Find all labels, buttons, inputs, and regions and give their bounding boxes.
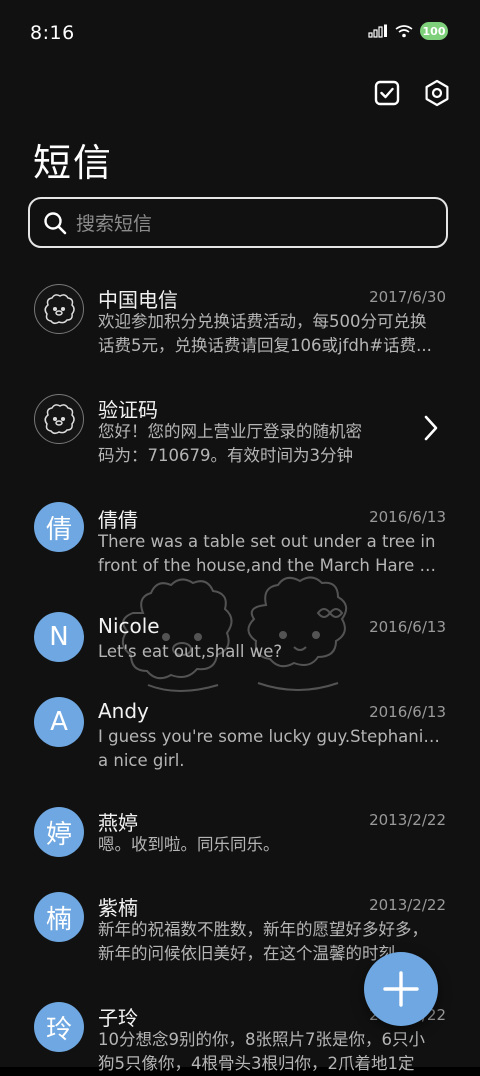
bear-avatar-icon <box>44 294 75 325</box>
preview-line: Let's eat out,shall we? <box>98 642 283 661</box>
preview-line: There was a table set out under a tree i… <box>98 532 436 551</box>
status-icons: 100 <box>368 22 448 40</box>
message-preview: 欢迎参加积分兑换话费活动，每500分可兑换 话费5元，兑换话费请回复106或jf… <box>98 310 444 358</box>
chevron-right-icon[interactable] <box>422 414 440 442</box>
preview-line: front of the house,and the March Hare an… <box>98 556 444 575</box>
cellular-signal-icon <box>368 24 387 38</box>
avatar: A <box>34 697 84 747</box>
preview-line: 您好！您的网上营业厅登录的随机密 <box>98 422 362 441</box>
bear-avatar-icon <box>44 404 75 435</box>
list-item[interactable]: A Andy 2016/6/13 I guess you're some luc… <box>0 685 480 795</box>
list-item[interactable]: 验证码 您好！您的网上营业厅登录的随机密 码为：710679。有效时间为3分钟 <box>0 380 480 490</box>
search-input[interactable]: 搜索短信 <box>28 197 448 248</box>
list-item[interactable]: 婷 燕婷 2013/2/22 嗯。收到啦。同乐同乐。 <box>0 795 480 880</box>
list-item[interactable]: 倩 倩倩 2016/6/13 There was a table set out… <box>0 490 480 600</box>
avatar <box>34 394 84 444</box>
contact-name: 子玲 <box>98 1006 138 1030</box>
message-preview: 您好！您的网上营业厅登录的随机密 码为：710679。有效时间为3分钟 <box>98 420 388 468</box>
list-item[interactable]: N Nicole 2016/6/13 Let's eat out,shall w… <box>0 600 480 685</box>
avatar: 婷 <box>34 807 84 857</box>
message-date: 2013/2/22 <box>369 896 446 914</box>
message-date: 2017/6/30 <box>369 288 446 306</box>
message-date: 2016/6/13 <box>369 508 446 526</box>
contact-name: 中国电信 <box>98 288 178 312</box>
preview-line: 10分想念9别的你，8张照片7张是你，6只小 <box>98 1030 425 1049</box>
battery-indicator: 100 <box>420 22 448 40</box>
message-date: 2013/2/22 <box>369 811 446 829</box>
compose-button[interactable] <box>364 952 438 1026</box>
message-preview: There was a table set out under a tree i… <box>98 530 444 578</box>
avatar: 楠 <box>34 892 84 942</box>
select-button[interactable] <box>372 78 402 108</box>
checkbox-icon <box>374 80 400 106</box>
message-date: 2016/6/13 <box>369 618 446 636</box>
contact-name: 验证码 <box>98 398 158 422</box>
list-item[interactable]: 中国电信 2017/6/30 欢迎参加积分兑换话费活动，每500分可兑换 话费5… <box>0 270 480 380</box>
message-date: 2016/6/13 <box>369 703 446 721</box>
wifi-icon <box>395 25 413 38</box>
status-time: 8:16 <box>30 22 75 44</box>
settings-button[interactable] <box>422 78 452 108</box>
avatar <box>34 284 84 334</box>
preview-line: 嗯。收到啦。同乐同乐。 <box>98 835 280 854</box>
contact-name: 紫楠 <box>98 896 138 920</box>
message-preview: Let's eat out,shall we? <box>98 640 444 664</box>
contact-name: Nicole <box>98 614 160 638</box>
preview-line: 话费5元，兑换话费请回复106或jfdh#话费... <box>98 336 432 355</box>
avatar: 玲 <box>34 1002 84 1052</box>
page-title: 短信 <box>33 141 114 185</box>
avatar: 倩 <box>34 502 84 552</box>
preview-line: 狗5只像你，4根骨头3根归你，2爪着地1定 <box>98 1054 415 1073</box>
preview-line: 新年的祝福数不胜数，新年的愿望好多好多， <box>98 920 428 939</box>
top-actions <box>372 78 452 108</box>
preview-line: 欢迎参加积分兑换话费活动，每500分可兑换 <box>98 312 427 331</box>
search-placeholder: 搜索短信 <box>76 213 153 235</box>
search-icon <box>44 211 67 234</box>
avatar: N <box>34 612 84 662</box>
settings-icon <box>425 79 449 107</box>
contact-name: 倩倩 <box>98 508 138 532</box>
preview-line: a nice girl. <box>98 751 185 770</box>
contact-name: 燕婷 <box>98 811 138 835</box>
contact-name: Andy <box>98 699 149 723</box>
message-preview: 嗯。收到啦。同乐同乐。 <box>98 833 444 857</box>
message-preview: 10分想念9别的你，8张照片7张是你，6只小 狗5只像你，4根骨头3根归你，2爪… <box>98 1028 444 1076</box>
plus-icon <box>383 971 419 1007</box>
message-preview: I guess you're some lucky guy.Stephanie … <box>98 725 444 773</box>
status-bar: 8:16 100 <box>0 0 480 64</box>
preview-line: I guess you're some lucky guy.Stephanie … <box>98 727 444 746</box>
preview-line: 码为：710679。有效时间为3分钟 <box>98 446 353 465</box>
